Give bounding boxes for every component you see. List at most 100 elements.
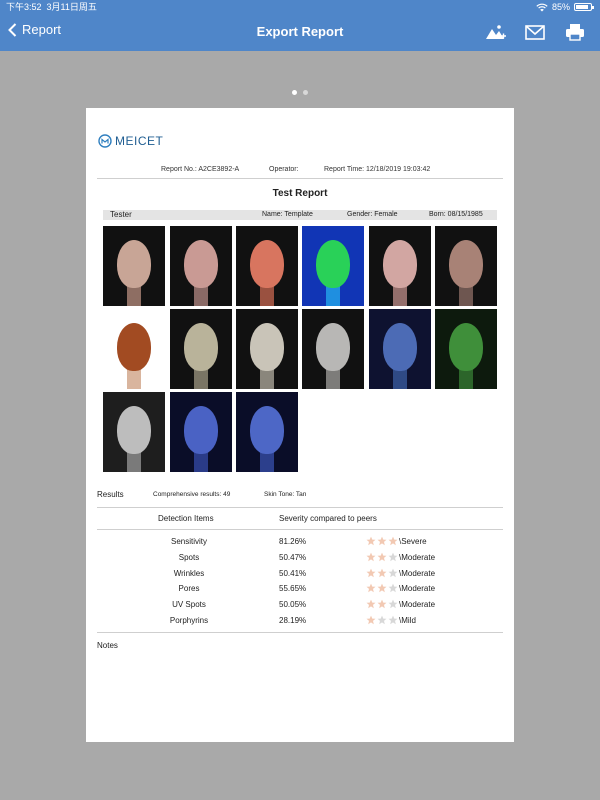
print-icon[interactable] bbox=[564, 22, 586, 42]
star-icon bbox=[377, 615, 387, 625]
detection-percent: 28.19% bbox=[279, 616, 307, 625]
table-row: Porphyrins 28.19% \Mild bbox=[86, 615, 514, 630]
photo-white-light[interactable] bbox=[103, 226, 165, 306]
col-severity: Severity compared to peers bbox=[279, 514, 377, 523]
face-shape bbox=[383, 323, 417, 371]
star-icon bbox=[366, 599, 376, 609]
photo-standard-light-4[interactable] bbox=[302, 309, 364, 389]
page-indicator[interactable] bbox=[0, 90, 600, 95]
star-icon bbox=[388, 552, 398, 561]
star-icon bbox=[377, 552, 387, 561]
photo-cross-polarized[interactable] bbox=[170, 226, 232, 306]
severity-stars bbox=[366, 568, 398, 578]
report-page: MEICET Report No.: A2CE3892-A Operator: … bbox=[86, 108, 514, 742]
severity-label: \Moderate bbox=[399, 584, 436, 594]
star-icon bbox=[366, 536, 376, 546]
table-row: Sensitivity 81.26% \Severe bbox=[86, 536, 514, 551]
face-shape bbox=[117, 240, 151, 288]
skin-tone: Skin Tone: Tan bbox=[264, 491, 307, 498]
photo-texture-map[interactable] bbox=[103, 309, 165, 389]
status-time: 下午3:52 bbox=[6, 2, 42, 12]
detection-percent: 81.26% bbox=[279, 537, 307, 546]
detection-item: Porphyrins bbox=[169, 616, 209, 625]
notes-label: Notes bbox=[97, 641, 118, 650]
battery-percent: 85% bbox=[551, 2, 570, 12]
photo-uv-green[interactable] bbox=[435, 309, 497, 389]
detection-item: Spots bbox=[178, 552, 200, 562]
detection-item: Wrinkles bbox=[173, 568, 205, 578]
detection-percent: 50.47% bbox=[279, 552, 307, 562]
detection-item: UV Spots bbox=[172, 600, 206, 610]
divider bbox=[97, 507, 503, 508]
photo-wood-lamp[interactable] bbox=[170, 392, 232, 472]
photo-grayscale-wrinkle[interactable] bbox=[103, 392, 165, 472]
photo-uv-blue[interactable] bbox=[369, 309, 431, 389]
face-shape bbox=[250, 323, 284, 371]
face-shape bbox=[117, 323, 151, 371]
brand-logo: MEICET bbox=[98, 134, 163, 148]
page-dot-2[interactable] bbox=[303, 90, 308, 95]
severity-stars bbox=[366, 536, 398, 546]
detection-percent: 55.65% bbox=[279, 584, 307, 594]
divider bbox=[97, 632, 503, 633]
photo-red-zone[interactable] bbox=[236, 226, 298, 306]
face-shape bbox=[383, 240, 417, 288]
tester-name: Name: Template bbox=[262, 211, 313, 218]
face-shape bbox=[250, 240, 284, 288]
star-icon bbox=[388, 536, 398, 546]
severity-label: \Moderate bbox=[399, 600, 436, 610]
page-dot-1[interactable] bbox=[292, 90, 297, 95]
face-shape bbox=[184, 240, 218, 288]
star-icon bbox=[377, 568, 387, 577]
col-detection-items: Detection Items bbox=[158, 514, 214, 523]
photo-heatmap[interactable] bbox=[302, 226, 364, 306]
severity-label: \Moderate bbox=[399, 552, 436, 562]
top-bar: 下午3:52 3月11日周五 85% Report Export Report bbox=[0, 0, 600, 51]
results-summary: Results Comprehensive results: 49 Skin T… bbox=[97, 490, 306, 499]
severity-label: \Severe bbox=[399, 537, 427, 546]
nav-bar: Report Export Report bbox=[0, 14, 600, 51]
face-shape bbox=[184, 406, 218, 454]
image-add-icon[interactable] bbox=[484, 22, 506, 42]
severity-label: \Mild bbox=[399, 616, 416, 625]
severity-stars bbox=[366, 552, 398, 562]
divider bbox=[97, 178, 503, 179]
face-shape bbox=[316, 323, 350, 371]
photo-standard-light-3[interactable] bbox=[236, 309, 298, 389]
photo-standard-light-2[interactable] bbox=[170, 309, 232, 389]
status-right: 85% bbox=[536, 0, 594, 14]
face-shape bbox=[316, 240, 350, 288]
star-icon bbox=[377, 583, 387, 593]
meicet-logo-icon bbox=[98, 134, 112, 148]
photo-parallel-polarized[interactable] bbox=[369, 226, 431, 306]
status-bar: 下午3:52 3月11日周五 85% bbox=[0, 0, 600, 14]
report-title: Test Report bbox=[272, 188, 328, 199]
detection-item: Pores bbox=[178, 584, 200, 594]
face-shape bbox=[117, 406, 151, 454]
star-icon bbox=[377, 599, 387, 609]
severity-stars bbox=[366, 583, 398, 593]
wifi-icon bbox=[536, 3, 548, 11]
results-label: Results bbox=[97, 490, 124, 499]
tester-bar: Tester Name: Template Gender: Female Bor… bbox=[103, 210, 497, 220]
report-operator: Operator: bbox=[269, 166, 299, 173]
detection-item: Sensitivity bbox=[170, 537, 207, 546]
table-row: Pores 55.65% \Moderate bbox=[86, 583, 514, 598]
brand-name: MEICET bbox=[115, 134, 164, 148]
photo-brown-zone[interactable] bbox=[435, 226, 497, 306]
star-icon bbox=[366, 615, 376, 625]
report-time: Report Time: 12/18/2019 19:03:42 bbox=[324, 166, 431, 173]
severity-label: \Moderate bbox=[399, 568, 436, 578]
star-icon bbox=[366, 583, 376, 593]
tester-gender: Gender: Female bbox=[347, 211, 398, 218]
tester-born: Born: 08/15/1985 bbox=[429, 211, 483, 218]
divider bbox=[97, 529, 503, 530]
face-shape bbox=[449, 240, 483, 288]
photo-wood-lamp-2[interactable] bbox=[236, 392, 298, 472]
face-shape bbox=[184, 323, 218, 371]
severity-stars bbox=[366, 615, 398, 625]
mail-icon[interactable] bbox=[524, 22, 546, 42]
battery-icon bbox=[574, 3, 594, 11]
star-icon bbox=[388, 568, 398, 577]
star-icon bbox=[366, 568, 376, 577]
